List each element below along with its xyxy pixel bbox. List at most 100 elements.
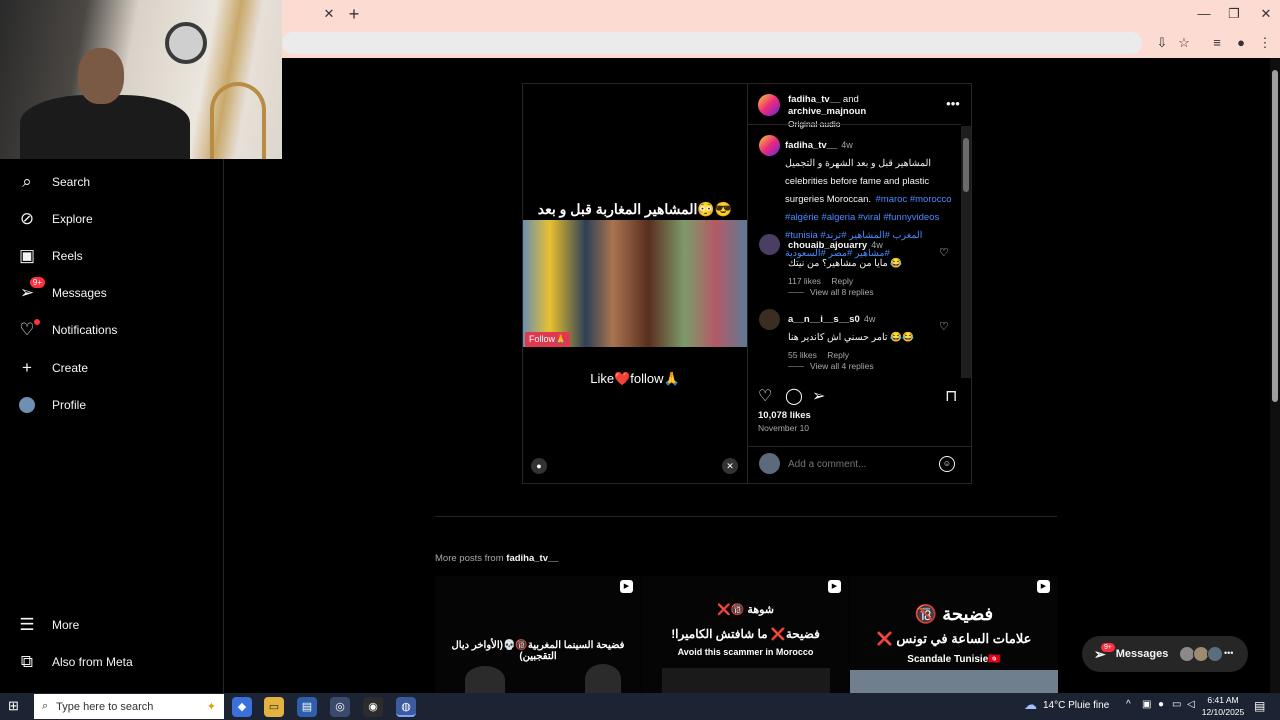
share-icon[interactable]: ➢: [812, 386, 825, 406]
sidebar-item-profile[interactable]: Profile: [12, 388, 212, 422]
mute-icon[interactable]: ✕: [722, 458, 738, 474]
sidebar-item-also-from-meta[interactable]: ⧉ Also from Meta: [12, 645, 212, 679]
more-posts-username[interactable]: fadiha_tv__: [506, 553, 558, 564]
close-window-button[interactable]: ✕: [1250, 2, 1280, 26]
sidebar-item-create[interactable]: + Create: [12, 351, 212, 385]
reply-button[interactable]: Reply: [827, 350, 849, 360]
comment-avatar[interactable]: [759, 309, 780, 330]
comment-icon[interactable]: ◯: [785, 386, 803, 406]
comment-username[interactable]: chouaib_ajouarry: [788, 240, 867, 251]
sidebar-item-label: Explore: [52, 212, 93, 226]
profile-icon[interactable]: ●: [1232, 34, 1250, 52]
sidebar-item-reels[interactable]: ▣ Reels: [12, 239, 212, 273]
notification-dot: [34, 319, 40, 325]
install-icon[interactable]: ⇩: [1153, 34, 1171, 52]
comment: chouaib_ajouarry 4w مايا من مشاهير؟ من ني…: [788, 235, 938, 289]
weather-widget[interactable]: ☁ 14°C Pluie fine: [1024, 697, 1109, 713]
microphone-icon[interactable]: ●: [1158, 699, 1164, 710]
taskbar-clock[interactable]: 6:41 AM 12/10/2025: [1198, 694, 1248, 718]
obs-icon[interactable]: ◉: [363, 697, 383, 717]
thumbnail-image: [585, 664, 621, 693]
comment-avatar[interactable]: [759, 234, 780, 255]
thumbnail-text: فضيحة❌ ما شافتش الكاميرا!: [671, 627, 820, 641]
post-thumbnail[interactable]: ▶ فضيحة 🔞 علامات الساعة في تونس ❌ Scanda…: [850, 576, 1058, 693]
copilot-icon[interactable]: ◆: [232, 697, 252, 717]
caption-avatar[interactable]: [759, 135, 780, 156]
comment-time: 4w: [871, 240, 883, 250]
sidebar-item-label: Profile: [52, 398, 87, 412]
tray-chevron-icon[interactable]: ^: [1126, 699, 1131, 710]
more-conversations-icon: •••: [1224, 648, 1234, 658]
windows-start-icon[interactable]: ⊞: [8, 699, 22, 713]
view-replies-button[interactable]: View all 4 replies: [788, 361, 874, 371]
thumbnail-text: علامات الساعة في تونس ❌: [876, 631, 1032, 646]
notifications-center-icon[interactable]: ▤: [1254, 699, 1265, 713]
tagged-user-icon[interactable]: ●: [531, 458, 547, 474]
address-bar[interactable]: [282, 32, 1142, 54]
sidebar-item-notifications[interactable]: ♡ Notifications: [12, 313, 212, 347]
comment-like-icon[interactable]: ♡: [939, 246, 949, 259]
reel-icon: ▶: [620, 580, 633, 593]
comment-username[interactable]: a__n__i__s__s0: [788, 314, 860, 325]
caption-username[interactable]: fadiha_tv__: [785, 140, 837, 151]
collaborator-username[interactable]: archive_majnoun: [788, 106, 866, 117]
caption-time: 4w: [841, 140, 853, 150]
restore-button[interactable]: ❐: [1218, 2, 1250, 26]
media-icon[interactable]: ≡: [1208, 34, 1226, 52]
thumbnail-text: Avoid this scammer in Morocco: [677, 647, 814, 657]
comment-likes[interactable]: 117 likes: [788, 276, 821, 286]
sidebar-item-messages[interactable]: ➢ 9+ Messages: [12, 276, 212, 310]
comment-like-icon[interactable]: ♡: [939, 320, 949, 333]
comment-likes[interactable]: 55 likes: [788, 350, 817, 360]
tab-close-icon[interactable]: ✕: [318, 4, 340, 24]
author-username[interactable]: fadiha_tv__: [788, 94, 840, 105]
chrome-icon[interactable]: ◍: [396, 697, 416, 717]
post-actions: ♡ ◯ ➢ ⊓: [756, 386, 966, 406]
more-options-icon[interactable]: •••: [944, 96, 962, 112]
sidebar-item-label: Create: [52, 361, 89, 375]
conversation-avatar: [1207, 646, 1223, 662]
reels-icon: ▣: [18, 246, 36, 265]
bookmark-icon[interactable]: ⊓: [945, 386, 957, 406]
webcam-overlay: [0, 0, 282, 159]
store-icon[interactable]: ▤: [297, 697, 317, 717]
like-icon[interactable]: ♡: [758, 386, 772, 406]
tray-app-icon[interactable]: ▣: [1142, 699, 1151, 710]
post-thumbnail[interactable]: ▶ شوهة 🔞❌ فضيحة❌ ما شافتش الكاميرا! Avoi…: [642, 576, 849, 693]
comments-scroll-thumb[interactable]: [963, 138, 969, 192]
cloud-icon: ☁: [1024, 697, 1037, 712]
reply-button[interactable]: Reply: [831, 276, 853, 286]
post-date: November 10: [758, 423, 810, 433]
clock-date: 12/10/2025: [1201, 707, 1245, 717]
messages-icon: ➢ 9+: [16, 277, 45, 304]
likes-count[interactable]: 10,078 likes: [758, 410, 811, 421]
add-comment-input[interactable]: [788, 457, 928, 471]
search-icon: ⌕: [22, 172, 32, 191]
sidebar-item-label: Search: [52, 175, 91, 189]
page-scroll-thumb[interactable]: [1272, 70, 1278, 402]
webcam-mirror: [165, 22, 207, 64]
reel-icon: ▶: [1037, 580, 1050, 593]
author-avatar[interactable]: [758, 94, 780, 116]
view-replies-button[interactable]: View all 8 replies: [788, 287, 874, 297]
messages-pill-label: Messages: [1115, 648, 1169, 660]
volume-icon[interactable]: ◁: [1187, 699, 1195, 710]
post-thumbnail[interactable]: ▶ فضيحة السينما المغربية🔞💀(الأواخر ديال …: [435, 576, 641, 693]
clock-time: 6:41 AM: [1207, 695, 1239, 705]
comments-list: fadiha_tv__ 4w المشاهير قبل و بعد الشهرة …: [748, 124, 961, 376]
emoji-icon[interactable]: ☺: [939, 456, 955, 472]
taskbar-search[interactable]: ⌕ Type here to search ✦: [34, 694, 224, 719]
network-icon[interactable]: ▭: [1172, 699, 1181, 710]
more-posts-heading: More posts from fadiha_tv__: [435, 553, 559, 564]
sidebar-item-label: Notifications: [52, 323, 118, 337]
sidebar-item-label: Reels: [52, 249, 83, 263]
minimize-button[interactable]: —: [1188, 2, 1220, 26]
sidebar-item-explore[interactable]: ⊘ Explore: [12, 202, 212, 236]
sidebar-item-search[interactable]: ⌕ Search: [12, 165, 212, 199]
sidebar-item-more[interactable]: ☰ More: [12, 608, 212, 642]
menu-icon[interactable]: ⋮: [1256, 34, 1274, 52]
star-icon[interactable]: ☆: [1175, 34, 1193, 52]
new-tab-button[interactable]: +: [343, 3, 365, 25]
app-icon[interactable]: ◎: [330, 697, 350, 717]
file-explorer-icon[interactable]: ▭: [264, 697, 284, 717]
